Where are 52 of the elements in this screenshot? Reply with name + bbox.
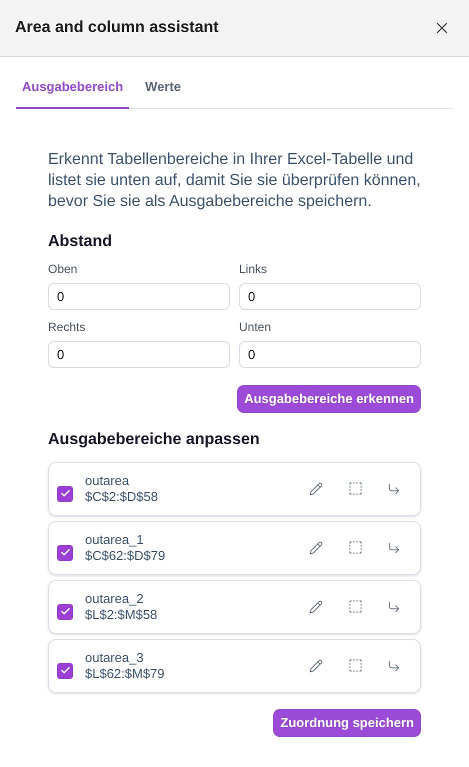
input-field[interactable]: 0 (239, 282, 421, 310)
dashed-square-icon (348, 481, 362, 496)
area-name: outarea (85, 472, 130, 488)
dashed-square-icon (348, 599, 362, 614)
check-icon (60, 547, 70, 558)
field-label: Rechts (48, 318, 86, 336)
area-range: $C$2:$D$58 (85, 488, 158, 504)
input-field[interactable]: 0 (239, 340, 421, 368)
edit-button[interactable] (308, 658, 324, 674)
area-name: outarea_1 (85, 532, 145, 548)
section-heading: Abstand (48, 232, 113, 252)
area-range: $C$62:$D$79 (85, 548, 166, 564)
checkbox[interactable] (57, 544, 73, 560)
area-name: outarea_2 (85, 590, 145, 606)
tab[interactable]: Ausgabebereich (16, 73, 130, 108)
corner-arrow-icon (387, 540, 401, 554)
pencil-icon (309, 540, 323, 554)
corner-arrow-icon (387, 482, 401, 496)
area-name: outarea_3 (85, 650, 145, 666)
field-label: Links (239, 260, 268, 278)
edit-button[interactable] (308, 480, 324, 496)
checkbox[interactable] (57, 604, 73, 620)
select-range-button[interactable] (347, 480, 363, 496)
field-label: Oben (48, 260, 78, 278)
check-icon (60, 488, 70, 499)
pencil-icon (309, 658, 323, 672)
input-field[interactable]: 0 (48, 282, 230, 310)
check-icon (60, 606, 70, 617)
field-label: Unten (239, 318, 272, 336)
input-field[interactable]: 0 (48, 340, 230, 368)
check-icon (60, 665, 70, 676)
select-range-button[interactable] (347, 658, 363, 674)
checkbox[interactable] (57, 662, 73, 678)
tab[interactable]: Werte (133, 73, 194, 108)
corner-arrow-icon (387, 600, 401, 614)
detect-button[interactable]: Ausgabebereiche erkennen (237, 384, 421, 412)
dashed-square-icon (348, 540, 362, 555)
edit-button[interactable] (308, 540, 324, 556)
corner-arrow-icon (387, 658, 401, 672)
area-range: $L$62:$M$79 (85, 666, 165, 682)
select-range-button[interactable] (347, 540, 363, 556)
dashed-square-icon (348, 658, 362, 673)
checkbox[interactable] (57, 486, 73, 502)
select-range-button[interactable] (347, 598, 363, 614)
pencil-icon (309, 482, 323, 496)
edit-button[interactable] (308, 598, 324, 614)
section-heading: Ausgabebereiche anpassen (48, 430, 261, 450)
pencil-icon (309, 600, 323, 614)
save-button[interactable]: Zuordnung speichern (273, 708, 421, 736)
description-text: Erkennt Tabellenbereiche in Ihrer Excel-Tabelle und listet sie unten auf, damit Sie sie überprüfen können, bevor Sie sie als Ausgabebereiche speichern. (48, 150, 421, 212)
area-range: $L$2:$M$58 (85, 606, 158, 622)
window-title: Area and column assistant (15, 18, 219, 38)
